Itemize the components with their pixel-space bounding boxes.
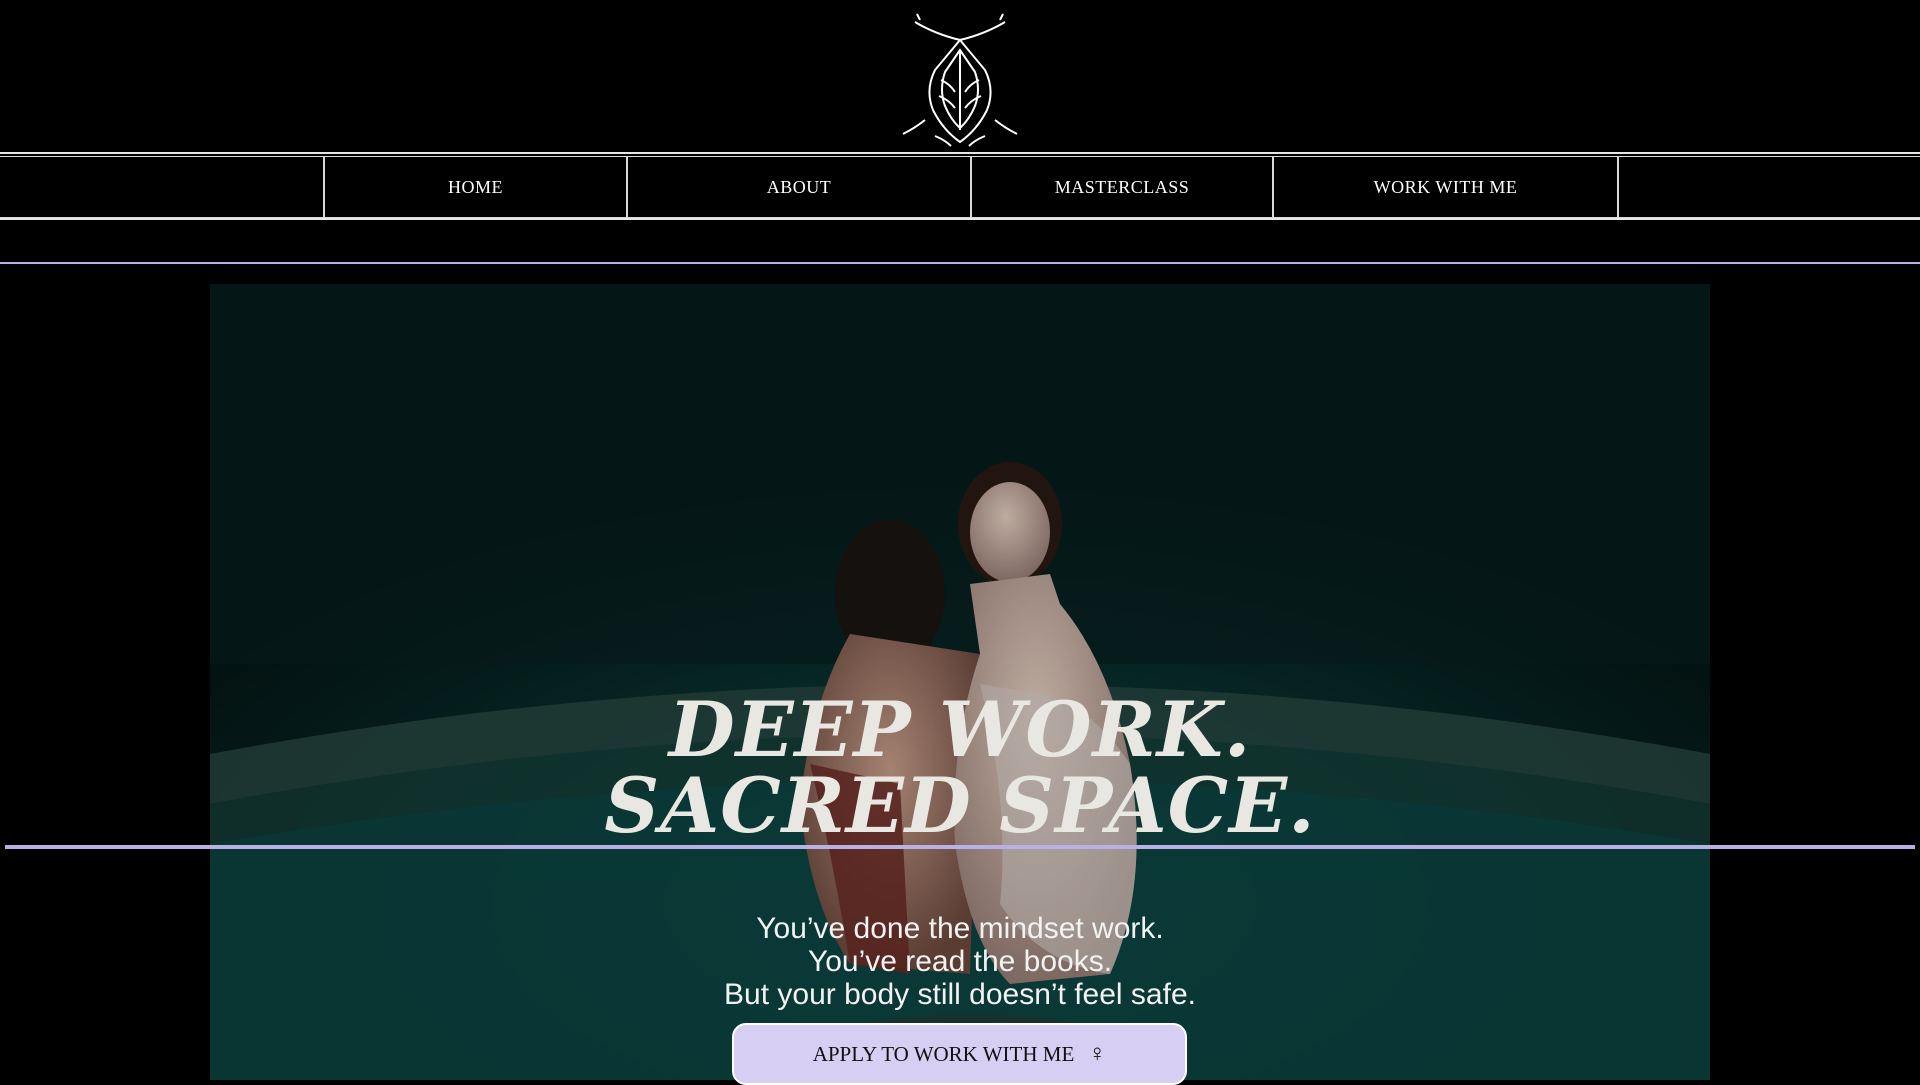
- hero-body-line-1: You’ve done the mindset work.: [756, 912, 1164, 945]
- hero-title-line-1: DEEP WORK.: [668, 685, 1252, 774]
- hero-body-line-2: You’ve read the books.: [807, 945, 1113, 978]
- female-symbol-icon: ♀: [1088, 1041, 1107, 1067]
- nav-item-blank-left: [0, 156, 324, 218]
- hero-title-line-2: SACRED SPACE.: [604, 761, 1316, 850]
- nav-item-home[interactable]: HOME: [324, 156, 627, 218]
- main-nav: HOME ABOUT MASTERCLASS WORK WITH ME: [0, 152, 1920, 220]
- nav-item-masterclass[interactable]: MASTERCLASS: [971, 156, 1273, 218]
- twin-tigers-crest-icon[interactable]: [895, 10, 1025, 148]
- hero-divider: [5, 845, 1915, 849]
- nav-item-about[interactable]: ABOUT: [627, 156, 971, 218]
- nav-item-work-with-me[interactable]: WORK WITH ME: [1273, 156, 1618, 218]
- nav-item-blank-right: [1618, 156, 1920, 218]
- apply-button[interactable]: APPLY TO WORK WITH ME ♀: [732, 1023, 1187, 1085]
- hero-body-line-3: But your body still doesn’t feel safe.: [724, 978, 1196, 1011]
- apply-button-label: APPLY TO WORK WITH ME: [812, 1041, 1075, 1066]
- header-divider: [0, 262, 1920, 264]
- site-header: [0, 0, 1920, 152]
